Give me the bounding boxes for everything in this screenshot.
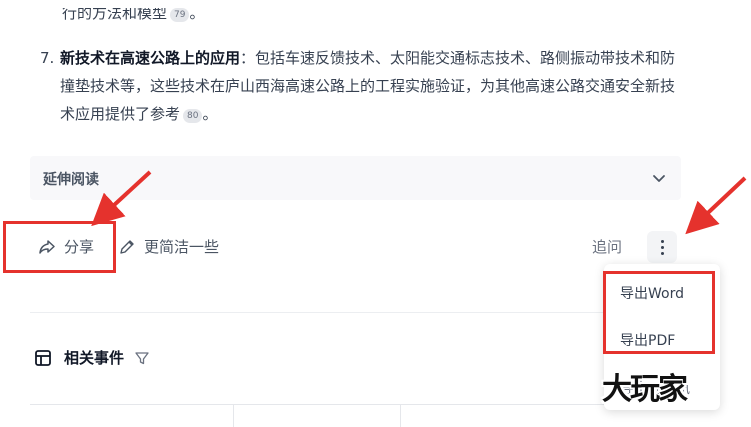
table-icon — [35, 349, 51, 366]
related-events-table — [30, 404, 605, 427]
divider — [30, 312, 681, 313]
chevron-down-icon[interactable] — [651, 170, 667, 186]
more-options-button[interactable] — [647, 231, 677, 263]
export-highlight-box — [603, 271, 715, 354]
more-vertical-icon — [661, 240, 664, 243]
share-highlight-box — [3, 221, 116, 273]
follow-up-label: 追问 — [592, 238, 623, 256]
more-concise-label: 更简洁一些 — [144, 238, 220, 256]
item-title: 新技术在高速公路上的应用 — [60, 49, 241, 67]
follow-up-button[interactable]: 追问 — [592, 236, 622, 257]
arrow-to-more — [685, 176, 747, 235]
watermark-logo: 大玩家 — [602, 372, 688, 407]
citation-badge[interactable]: 80 — [183, 109, 203, 123]
list-item: 7. 新技术在高速公路上的应用：包括车速反馈技术、太阳能交通标志技术、路侧振动带… — [40, 44, 680, 128]
section-title: 相关事件 — [64, 349, 125, 367]
pencil-icon — [120, 239, 134, 254]
more-concise-button[interactable]: 更简洁一些 — [118, 236, 219, 257]
filter-icon[interactable] — [134, 350, 150, 366]
citation-badge[interactable]: 79 — [170, 8, 190, 22]
previous-paragraph-tail: 行的方法和模型 79。 — [62, 4, 205, 22]
previous-line-text: 行的方法和模型 — [62, 4, 168, 22]
extended-reading-panel[interactable]: 延伸阅读 — [30, 156, 681, 200]
list-number: 7. — [40, 49, 55, 67]
related-events-header: 相关事件 — [34, 347, 150, 368]
extended-reading-label: 延伸阅读 — [43, 172, 99, 188]
